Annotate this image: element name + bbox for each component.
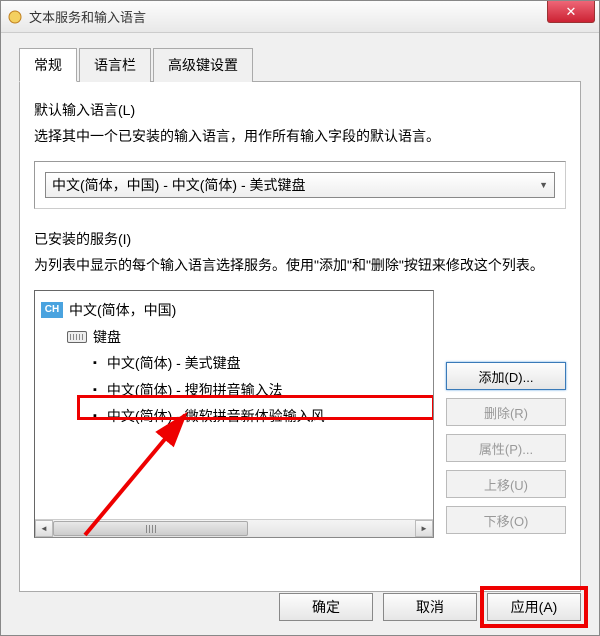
cancel-button[interactable]: 取消 xyxy=(383,593,477,621)
default-lang-label: 默认输入语言(L) xyxy=(34,100,566,120)
tree-keyboard-label: 键盘 xyxy=(93,324,121,351)
scroll-right-button[interactable]: ► xyxy=(415,520,433,537)
tab-advanced-keys[interactable]: 高级键设置 xyxy=(153,48,253,82)
default-lang-desc: 选择其中一个已安装的输入语言，用作所有输入字段的默认语言。 xyxy=(34,126,566,147)
remove-button[interactable]: 删除(R) xyxy=(446,398,566,426)
close-icon: ✕ xyxy=(566,4,577,20)
scroll-left-button[interactable]: ◄ xyxy=(35,520,53,537)
default-lang-dropdown[interactable]: 中文(简体，中国) - 中文(简体) - 美式键盘 ▼ xyxy=(45,172,555,198)
add-button[interactable]: 添加(D)... xyxy=(446,362,566,390)
tab-general[interactable]: 常规 xyxy=(19,48,77,82)
tree-content: CH 中文(简体，中国) 键盘 中文(简体) - 美式键盘 中文(简体) - 搜… xyxy=(35,291,433,436)
services-tree[interactable]: CH 中文(简体，中国) 键盘 中文(简体) - 美式键盘 中文(简体) - 搜… xyxy=(34,290,434,538)
properties-button[interactable]: 属性(P)... xyxy=(446,434,566,462)
tree-item-label: 中文(简体) - 美式键盘 xyxy=(107,350,241,377)
tree-language[interactable]: CH 中文(简体，中国) xyxy=(41,297,427,324)
window-title: 文本服务和输入语言 xyxy=(29,7,593,26)
default-lang-box: 中文(简体，中国) - 中文(简体) - 美式键盘 ▼ xyxy=(34,161,566,209)
tree-ime-item[interactable]: 中文(简体) - 美式键盘 xyxy=(41,350,427,377)
close-button[interactable]: ✕ xyxy=(547,1,595,23)
move-up-button[interactable]: 上移(U) xyxy=(446,470,566,498)
keyboard-icon xyxy=(67,331,87,343)
side-buttons: 添加(D)... 删除(R) 属性(P)... 上移(U) 下移(O) xyxy=(446,290,566,538)
apply-button[interactable]: 应用(A) xyxy=(487,593,581,621)
dialog-buttons: 确定 取消 应用(A) xyxy=(279,593,581,621)
tree-ime-item[interactable]: 中文(简体) - 微软拼音新体验输入风 xyxy=(41,403,427,430)
ok-button[interactable]: 确定 xyxy=(279,593,373,621)
horizontal-scrollbar[interactable]: ◄ ► xyxy=(35,519,433,537)
dropdown-selected-text: 中文(简体，中国) - 中文(简体) - 美式键盘 xyxy=(52,175,539,195)
tree-keyboard-node[interactable]: 键盘 xyxy=(41,324,427,351)
tree-item-label: 中文(简体) - 搜狗拼音输入法 xyxy=(107,377,283,404)
tree-language-label: 中文(简体，中国) xyxy=(69,297,176,324)
installed-services-label: 已安装的服务(I) xyxy=(34,229,566,249)
titlebar: 文本服务和输入语言 ✕ xyxy=(1,1,599,33)
services-area: CH 中文(简体，中国) 键盘 中文(简体) - 美式键盘 中文(简体) - 搜… xyxy=(34,290,566,538)
scroll-thumb[interactable] xyxy=(53,521,248,536)
app-icon xyxy=(7,9,23,25)
installed-services-desc: 为列表中显示的每个输入语言选择服务。使用"添加"和"删除"按钮来修改这个列表。 xyxy=(34,255,566,276)
tab-language-bar[interactable]: 语言栏 xyxy=(79,48,151,82)
move-down-button[interactable]: 下移(O) xyxy=(446,506,566,534)
content-area: 常规 语言栏 高级键设置 默认输入语言(L) 选择其中一个已安装的输入语言，用作… xyxy=(1,33,599,635)
chevron-down-icon: ▼ xyxy=(539,180,548,190)
tabstrip: 常规 语言栏 高级键设置 xyxy=(19,47,581,82)
lang-badge: CH xyxy=(41,302,63,318)
scroll-track[interactable] xyxy=(53,520,415,537)
tree-item-label: 中文(简体) - 微软拼音新体验输入风 xyxy=(107,403,325,430)
tree-ime-item[interactable]: 中文(简体) - 搜狗拼音输入法 xyxy=(41,377,427,404)
dialog-window: 文本服务和输入语言 ✕ 常规 语言栏 高级键设置 默认输入语言(L) 选择其中一… xyxy=(0,0,600,636)
tab-panel-general: 默认输入语言(L) 选择其中一个已安装的输入语言，用作所有输入字段的默认语言。 … xyxy=(19,82,581,592)
